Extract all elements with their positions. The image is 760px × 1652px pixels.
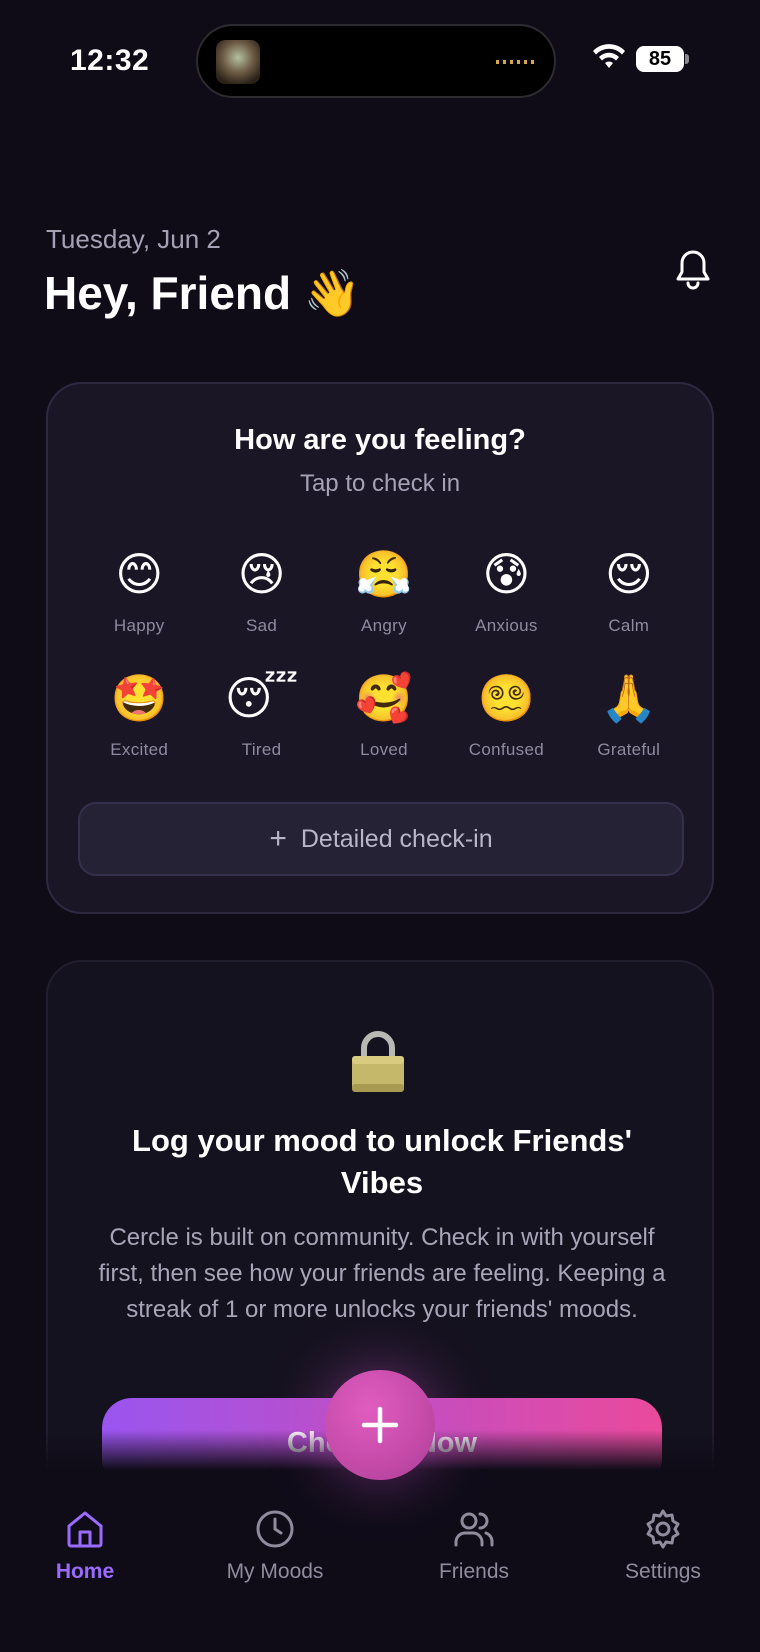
- lock-card-title: Log your mood to unlock Friends' Vibes: [132, 1123, 632, 1200]
- excited-emoji-icon: 🤩: [110, 672, 168, 724]
- tab-settings[interactable]: Settings: [588, 1508, 738, 1584]
- header-date: Tuesday, Jun 2: [46, 224, 221, 254]
- now-playing-thumbnail: [216, 40, 260, 84]
- tab-home-label: Home: [55, 1560, 115, 1583]
- tab-settings-label: Settings: [625, 1560, 701, 1583]
- mood-label: Loved: [360, 740, 408, 759]
- mood-happy[interactable]: 😊 Happy: [78, 546, 200, 636]
- add-mood-fab[interactable]: [325, 1370, 435, 1480]
- tab-my-moods-label: My Moods: [226, 1560, 324, 1583]
- confused-emoji-icon: 😵‍💫: [477, 672, 536, 724]
- mood-calm[interactable]: 😌 Calm: [568, 546, 690, 636]
- plus-icon: [361, 1406, 399, 1444]
- mood-anxious[interactable]: 😰 Anxious: [445, 546, 567, 636]
- angry-emoji-icon: 😤: [355, 548, 413, 600]
- tired-emoji-icon: 😴: [224, 672, 299, 724]
- mood-grid: 😊 Happy 😢 Sad 😤 Angry 😰 Anxious 😌 Calm 🤩: [78, 546, 690, 760]
- mood-label: Confused: [468, 740, 544, 759]
- mood-label: Sad: [246, 616, 278, 635]
- bell-icon[interactable]: [672, 248, 714, 292]
- wifi-icon: [593, 44, 625, 68]
- battery-level: 85: [636, 46, 684, 72]
- happy-emoji-icon: 😊: [115, 548, 164, 600]
- sad-emoji-icon: 😢: [237, 548, 286, 600]
- mood-sad[interactable]: 😢 Sad: [200, 546, 322, 636]
- plus-icon: +: [269, 822, 287, 855]
- mood-card-subtitle: Tap to check in: [299, 470, 461, 497]
- bottom-tab-bar: Home My Moods Friends Settings: [0, 1430, 760, 1652]
- gear-icon: [646, 1509, 680, 1549]
- mood-angry[interactable]: 😤 Angry: [323, 546, 445, 636]
- mood-loved[interactable]: 🥰 Loved: [323, 670, 445, 760]
- clock-icon: [256, 1510, 294, 1548]
- tab-home[interactable]: Home: [10, 1508, 160, 1584]
- mood-confused[interactable]: 😵‍💫 Confused: [445, 670, 567, 760]
- tab-friends[interactable]: Friends: [399, 1508, 549, 1584]
- detailed-checkin-label: Detailed check-in: [300, 824, 493, 853]
- mood-tired[interactable]: 😴 Tired: [200, 670, 322, 760]
- audio-waveform-icon: [496, 60, 536, 64]
- mood-excited[interactable]: 🤩 Excited: [78, 670, 200, 760]
- mood-label: Angry: [361, 616, 407, 635]
- mood-label: Anxious: [475, 616, 538, 635]
- mood-label: Calm: [608, 616, 650, 635]
- status-time: 12:32: [70, 44, 150, 77]
- detailed-checkin-button[interactable]: + Detailed check-in: [78, 802, 684, 876]
- tab-friends-label: Friends: [438, 1560, 510, 1583]
- dynamic-island[interactable]: [196, 24, 556, 98]
- tab-my-moods[interactable]: My Moods: [200, 1508, 350, 1584]
- greeting-title: Hey, Friend 👋: [44, 267, 362, 319]
- lock-card-description: Cercle is built on community. Check in w…: [98, 1224, 666, 1323]
- mood-checkin-card: How are you feeling? Tap to check in 😊 H…: [46, 382, 714, 914]
- lock-icon: [352, 1031, 404, 1092]
- calm-emoji-icon: 😌: [604, 548, 653, 600]
- status-bar: 12:32 85: [0, 0, 760, 120]
- battery-tip-icon: [685, 54, 689, 64]
- home-screen: 12:32 85 Tuesday, Jun 2 Hey, Friend 👋 Ho…: [0, 0, 760, 1652]
- home-icon: [67, 1511, 103, 1548]
- mood-label: Happy: [113, 616, 165, 635]
- mood-label: Excited: [110, 740, 169, 759]
- mood-label: Grateful: [597, 740, 661, 759]
- mood-card-title: How are you feeling?: [234, 424, 526, 456]
- anxious-emoji-icon: 😰: [482, 548, 531, 600]
- mood-label: Tired: [241, 740, 282, 759]
- grateful-emoji-icon: 🙏: [600, 672, 658, 724]
- loved-emoji-icon: 🥰: [355, 672, 413, 724]
- mood-grateful[interactable]: 🙏 Grateful: [568, 670, 690, 760]
- users-icon: [454, 1512, 494, 1547]
